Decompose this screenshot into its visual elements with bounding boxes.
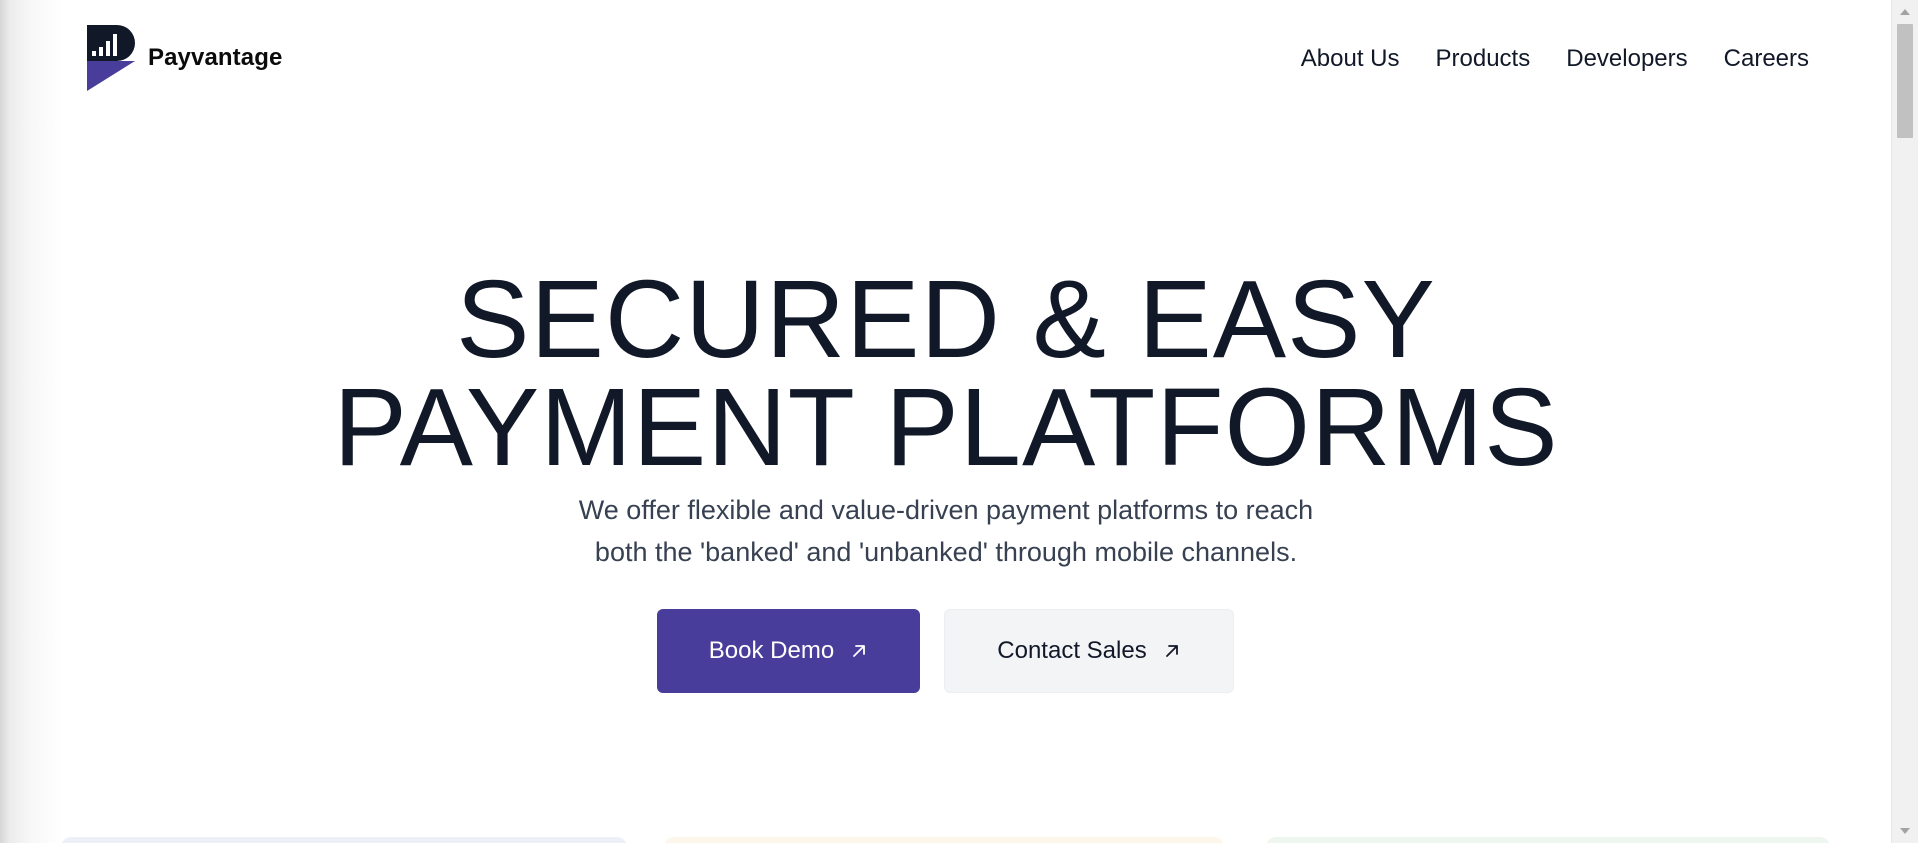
hero-subtitle-line-1: We offer flexible and value-driven payme… (578, 495, 1314, 525)
nav-item-about-us[interactable]: About Us (1301, 42, 1400, 76)
vertical-scrollbar[interactable] (1891, 0, 1918, 843)
scroll-down-arrow-icon[interactable] (1900, 828, 1910, 834)
nav-item-products[interactable]: Products (1436, 42, 1531, 76)
brand-name: Payvantage (148, 44, 283, 71)
contact-sales-button[interactable]: Contact Sales (944, 609, 1234, 693)
brand-home-link[interactable]: Payvantage (87, 25, 282, 91)
nav-item-developers[interactable]: Developers (1566, 42, 1687, 76)
arrow-up-right-icon (850, 642, 868, 660)
scrollbar-thumb[interactable] (1897, 24, 1913, 138)
hero-subtitle: We offer flexible and value-driven payme… (0, 489, 1892, 573)
browser-viewport: Payvantage About Us Products Developers … (0, 0, 1918, 843)
hero-title: SECURED & EASY PAYMENT PLATFORMS (0, 258, 1892, 489)
feature-card-peek (1266, 837, 1830, 843)
main-nav: About Us Products Developers Careers (1301, 42, 1809, 76)
contact-sales-label: Contact Sales (997, 637, 1147, 664)
scroll-up-arrow-icon[interactable] (1900, 9, 1910, 15)
book-demo-button[interactable]: Book Demo (657, 609, 920, 693)
book-demo-label: Book Demo (708, 637, 835, 664)
hero-title-line-2: PAYMENT PLATFORMS (333, 366, 1559, 489)
feature-card-peek (664, 837, 1224, 843)
site-header: Payvantage About Us Products Developers … (0, 0, 1892, 118)
hero-title-line-1: SECURED & EASY (456, 258, 1436, 381)
hero-subtitle-line-2: both the 'banked' and 'unbanked' through… (594, 537, 1298, 567)
payvantage-logo-icon (87, 25, 135, 91)
cta-button-group: Book Demo Contact Sales (657, 609, 1234, 693)
nav-item-careers[interactable]: Careers (1724, 42, 1809, 76)
arrow-up-right-icon (1163, 642, 1181, 660)
feature-card-peek (61, 837, 627, 843)
